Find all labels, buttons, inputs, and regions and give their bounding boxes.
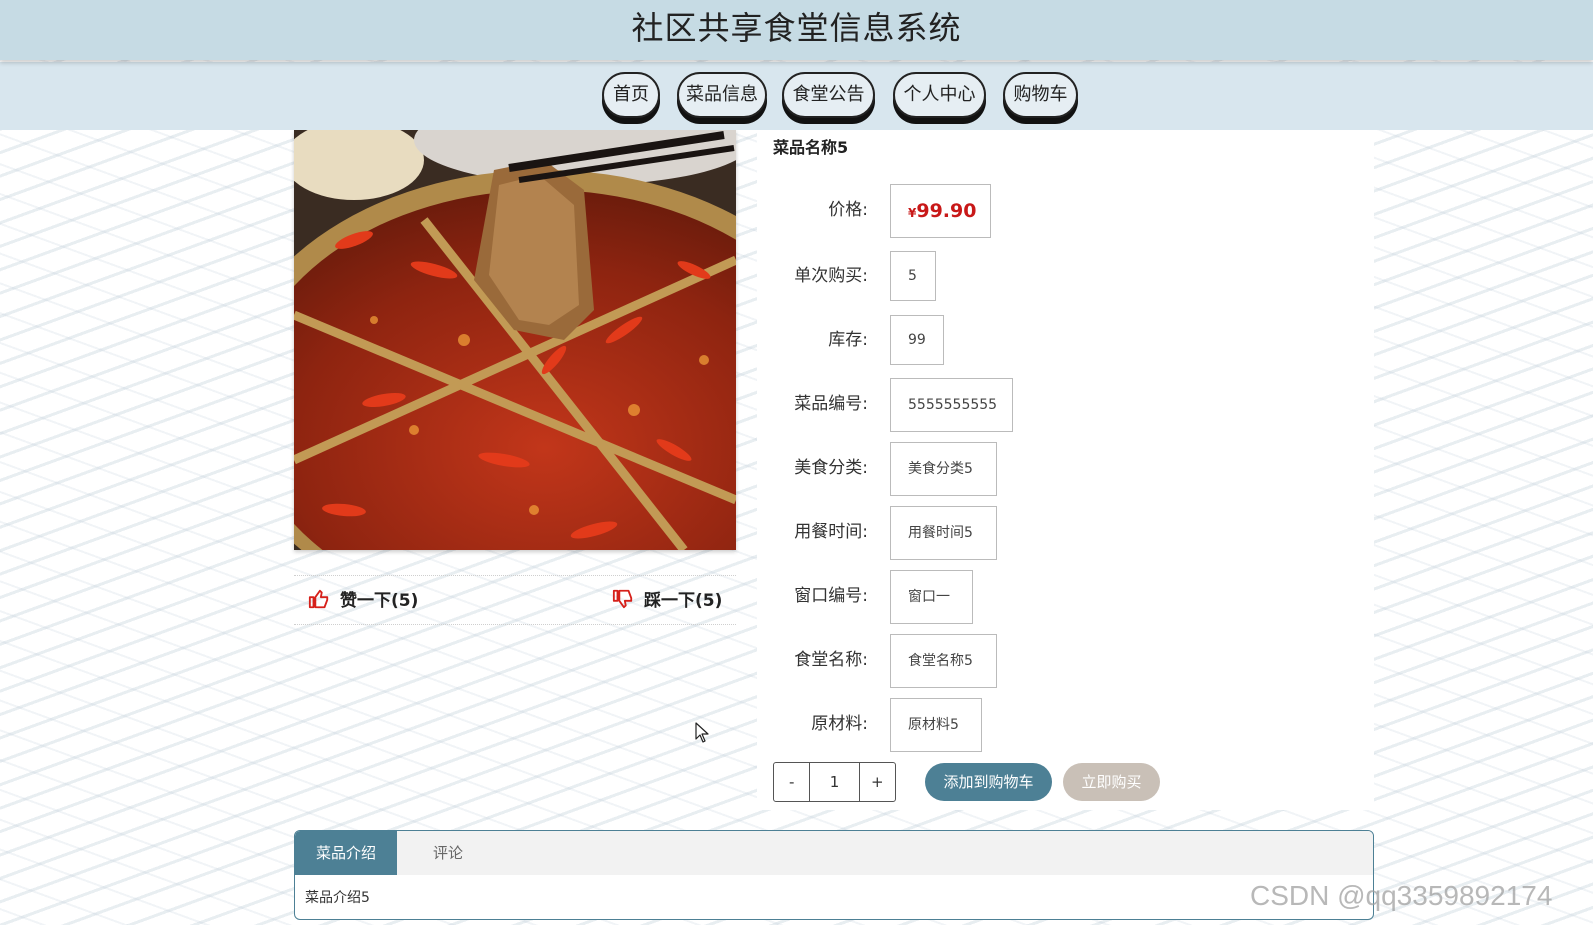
nav-dishes[interactable]: 菜品信息: [677, 72, 767, 118]
quantity-increase-button[interactable]: +: [860, 763, 895, 801]
category-value: 美食分类5: [890, 442, 997, 496]
price-label: 价格:: [828, 200, 868, 220]
like-button[interactable]: 赞一下(5): [308, 586, 418, 611]
dish-image: [294, 130, 736, 550]
dish-code-value: 5555555555: [890, 378, 1013, 432]
nav-cart[interactable]: 购物车: [1003, 72, 1078, 118]
buy-now-button[interactable]: 立即购买: [1063, 763, 1160, 801]
mouse-cursor-icon: [695, 722, 709, 743]
thumbs-up-icon: [308, 589, 329, 608]
dish-name: 菜品名称5: [773, 138, 849, 157]
quantity-stepper: - 1 +: [773, 762, 896, 802]
nav-announcements[interactable]: 食堂公告: [782, 72, 875, 118]
purchase-limit-label: 单次购买:: [794, 266, 868, 286]
stock-label: 库存:: [828, 330, 868, 350]
dislike-label: 踩一下(5): [644, 591, 723, 611]
dish-code-label: 菜品编号:: [794, 394, 868, 414]
dislike-button[interactable]: 踩一下(5): [612, 586, 722, 611]
ingredients-value: 原材料5: [890, 698, 982, 752]
meal-time-value: 用餐时间5: [890, 506, 997, 560]
tab-content: 菜品介绍5: [305, 890, 370, 906]
price-amount: 99.90: [916, 200, 977, 222]
nav-home[interactable]: 首页: [602, 72, 660, 118]
window-number-label: 窗口编号:: [794, 586, 868, 606]
page-header: 社区共享食堂信息系统: [0, 0, 1593, 60]
main-navigation: 首页 菜品信息 食堂公告 个人中心 购物车: [0, 62, 1593, 130]
csdn-watermark: CSDN @qq3359892174: [1250, 880, 1553, 911]
window-number-value: 窗口一: [890, 570, 973, 624]
vote-bar: 赞一下(5) 踩一下(5): [294, 575, 736, 625]
price-value: ¥99.90: [890, 184, 991, 238]
stock-value: 99: [890, 315, 944, 365]
quantity-input[interactable]: 1: [809, 763, 860, 801]
purchase-limit-value: 5: [890, 251, 936, 301]
like-label: 赞一下(5): [340, 591, 419, 611]
category-label: 美食分类:: [794, 458, 868, 478]
add-to-cart-button[interactable]: 添加到购物车: [925, 763, 1052, 801]
nav-personal-center[interactable]: 个人中心: [893, 72, 986, 118]
thumbs-down-icon: [612, 589, 633, 608]
tab-bar: 菜品介绍 评论: [295, 831, 1373, 875]
ingredients-label: 原材料:: [811, 714, 868, 734]
meal-time-label: 用餐时间:: [794, 522, 868, 542]
tab-dish-intro[interactable]: 菜品介绍: [295, 831, 397, 875]
tab-comments[interactable]: 评论: [397, 831, 499, 875]
quantity-decrease-button[interactable]: -: [774, 763, 809, 801]
canteen-name-value: 食堂名称5: [890, 634, 997, 688]
dish-tabs: 菜品介绍 评论 菜品介绍5: [294, 830, 1374, 920]
canteen-name-label: 食堂名称:: [794, 650, 868, 670]
system-title: 社区共享食堂信息系统: [631, 9, 962, 47]
